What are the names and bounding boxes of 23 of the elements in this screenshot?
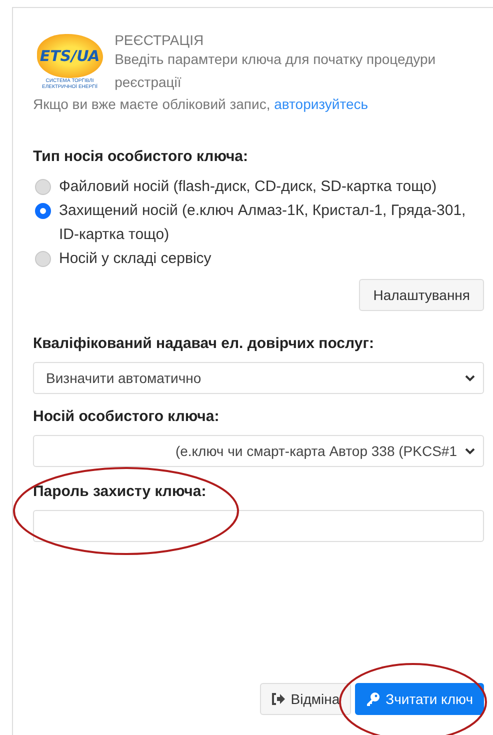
settings-button[interactable]: Налаштування bbox=[359, 279, 484, 311]
chevron-down-icon bbox=[465, 374, 475, 382]
radio-label[interactable]: Носій у складі сервісу bbox=[59, 247, 212, 271]
password-field[interactable] bbox=[33, 510, 484, 542]
radio-button[interactable] bbox=[35, 203, 51, 219]
cancel-button[interactable]: Відміна bbox=[260, 683, 351, 715]
field-label: Носій особистого ключа: bbox=[33, 408, 220, 425]
chevron-down-icon bbox=[465, 448, 475, 454]
subtitle: Введіть парамтери ключа для початку процедури реєстрації bbox=[114, 50, 437, 92]
field-label: Пароль захисту ключа: bbox=[33, 483, 208, 500]
radio-button[interactable] bbox=[35, 251, 51, 267]
provider-select[interactable]: Визначити автоматично bbox=[33, 362, 484, 394]
login-prompt: Якщо ви вже маєте обліковий запис, bbox=[33, 96, 270, 112]
field-label: Тип носія особистого ключа: bbox=[33, 148, 249, 165]
radio-label[interactable]: Файловий носій (flash-диск, CD-диск, SD-картка тощо) bbox=[59, 175, 437, 199]
field-label: Кваліфікований надавач ел. довірчих послуг: bbox=[33, 335, 375, 352]
radio-label[interactable]: Захищений носій (е.ключ Алмаз-1К, Кристал-1, Гряда-301, ID-картка тощо) bbox=[59, 199, 484, 247]
page-title: РЕЄСТРАЦІЯ bbox=[114, 32, 205, 48]
key-media-select[interactable]: (е.ключ чи смарт-карта Автор 338 (PKCS#1 bbox=[33, 435, 484, 467]
exit-icon bbox=[270, 693, 285, 705]
read-key-button[interactable]: Зчитати ключ bbox=[354, 683, 484, 715]
key-icon bbox=[366, 692, 380, 706]
radio-button[interactable] bbox=[35, 179, 51, 195]
